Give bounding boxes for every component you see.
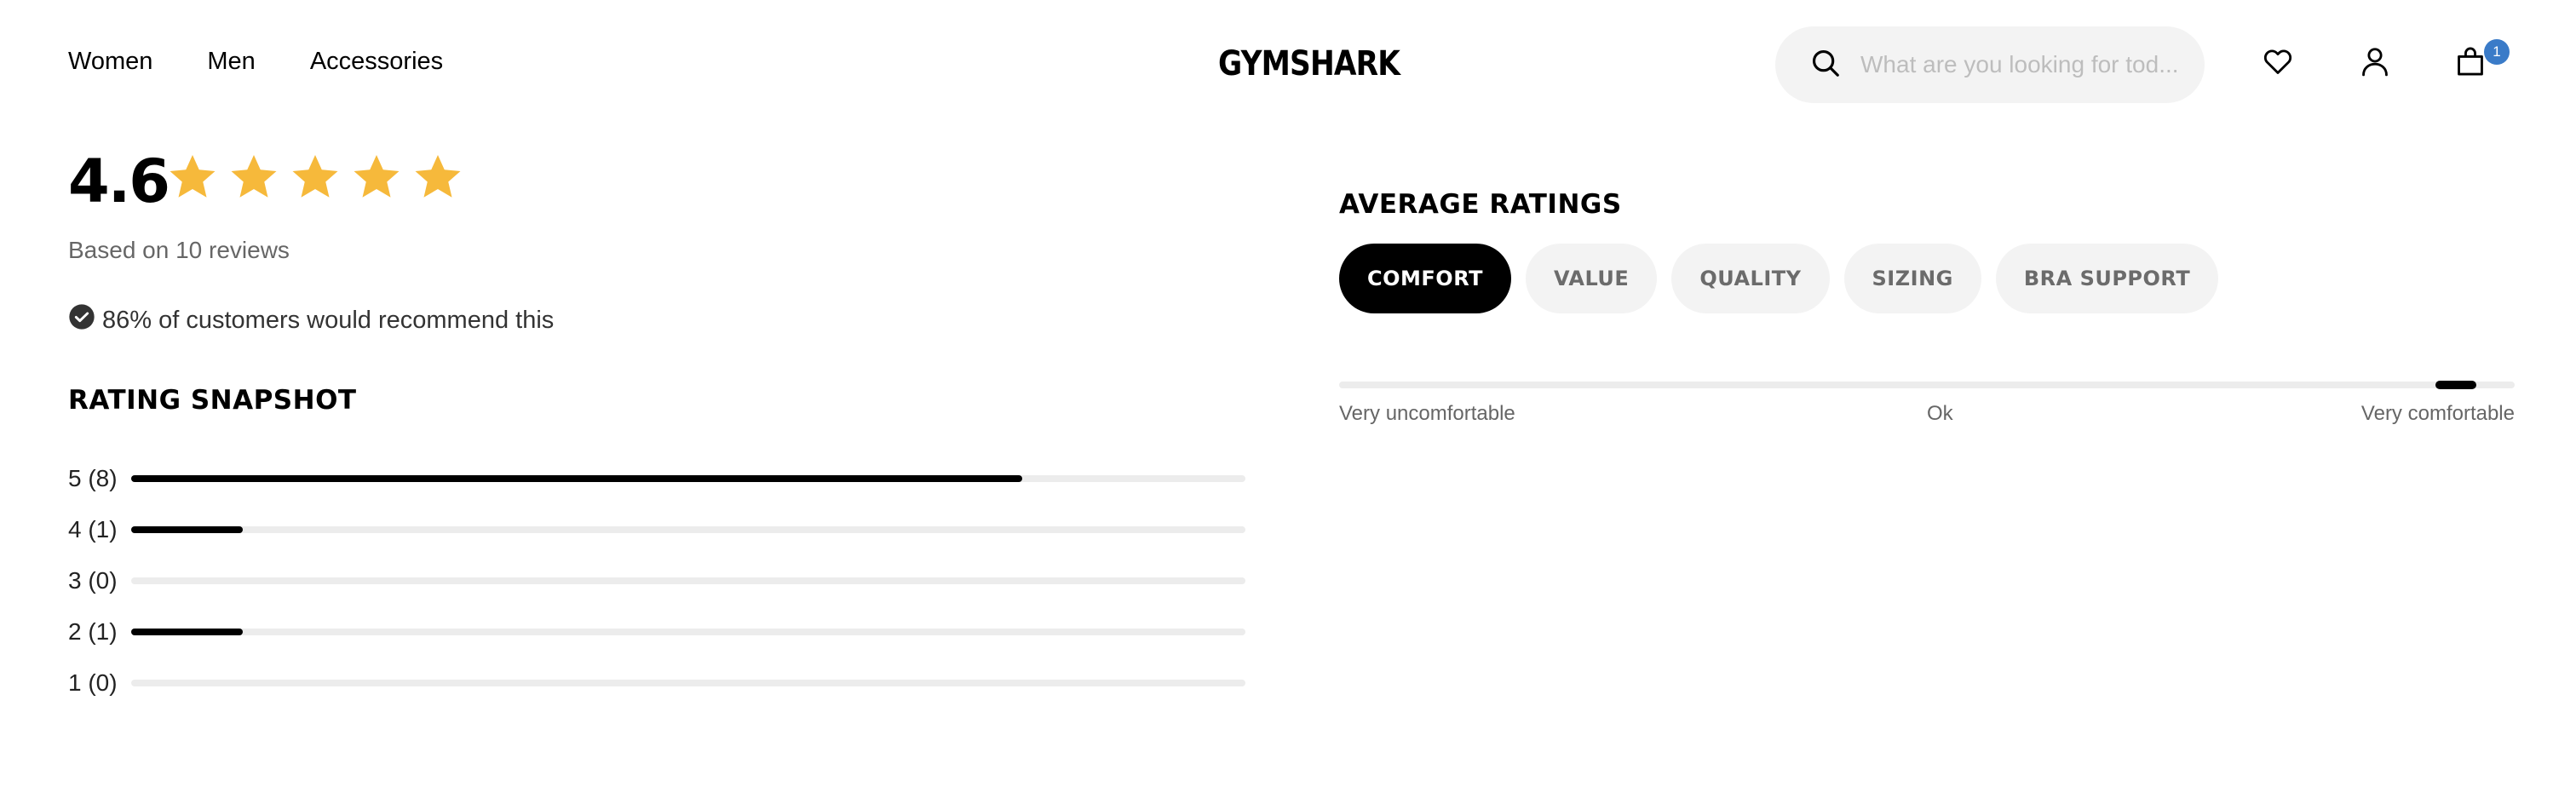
recommend-text: 86% of customers would recommend this [102,306,555,334]
rating-bar-fill [131,475,1023,482]
wishlist-button[interactable] [2261,46,2295,80]
site-header: Women Men Accessories GYMSHARK What are … [0,0,2576,128]
rating-row-label: 1 (0) [68,669,118,696]
bag-icon [2454,44,2487,83]
rating-row[interactable]: 2 (1) [68,606,1245,657]
nav-accessories[interactable]: Accessories [310,48,443,76]
rating-row-label: 2 (1) [68,618,118,645]
tab-quality[interactable]: QUALITY [1671,244,1830,313]
rating-bar-track [131,629,1245,635]
rating-row-label: 4 (1) [68,516,118,543]
star-icon [292,155,338,198]
rating-row[interactable]: 1 (0) [68,657,1245,709]
rating-bar-track [131,526,1245,533]
recommend-stat: 86% of customers would recommend this [68,303,554,337]
scale-min-label: Very uncomfortable [1339,402,1515,425]
comfort-scale-marker [2435,381,2476,389]
rating-row-label: 3 (0) [68,567,118,594]
review-count: Based on 10 reviews [68,237,290,263]
rating-category-tabs: COMFORT VALUE QUALITY SIZING BRA SUPPORT [1339,244,2219,313]
user-icon [2359,44,2391,83]
search-icon [1809,47,1842,83]
scale-max-label: Very comfortable [2360,402,2515,425]
rating-bar-track [131,680,1245,686]
rating-bar-fill [131,526,243,533]
gymshark-logo[interactable]: GYMSHARK [1218,44,1400,83]
rating-snapshot: 5 (8) 4 (1) 3 (0) 2 (1) 1 (0) [68,453,1245,709]
nav-women[interactable]: Women [68,48,152,76]
rating-bar-fill [131,629,243,635]
scale-mid-label: Ok [1927,402,1953,425]
star-icon [231,155,277,198]
tab-value[interactable]: VALUE [1525,244,1658,313]
star-icon [415,155,461,198]
average-ratings-title: AVERAGE RATINGS [1339,189,1622,220]
tab-sizing[interactable]: SIZING [1843,244,1981,313]
cart-button[interactable] [2453,46,2487,80]
comfort-scale [1339,381,2515,389]
star-icon [170,155,216,198]
rating-row[interactable]: 3 (0) [68,555,1245,606]
rating-row[interactable]: 5 (8) [68,453,1245,504]
nav-men[interactable]: Men [207,48,255,76]
rating-row-label: 5 (8) [68,465,118,491]
rating-bar-track [131,577,1245,584]
main-nav: Women Men Accessories [68,48,443,76]
rating-snapshot-title: RATING SNAPSHOT [68,385,357,416]
search-input[interactable] [1860,51,2184,78]
star-rating [167,152,463,203]
rating-bar-track [131,475,1245,482]
rating-row[interactable]: 4 (1) [68,504,1245,555]
cart-count-badge: 1 [2484,39,2510,65]
star-icon [354,155,400,198]
tab-bra-support[interactable]: BRA SUPPORT [1995,244,2219,313]
search-bar[interactable] [1775,26,2205,103]
tab-comfort[interactable]: COMFORT [1339,244,1511,313]
heart-icon [2262,45,2294,82]
account-button[interactable] [2358,46,2392,80]
average-score: 4.6 [68,146,170,216]
check-circle-icon [68,303,95,337]
